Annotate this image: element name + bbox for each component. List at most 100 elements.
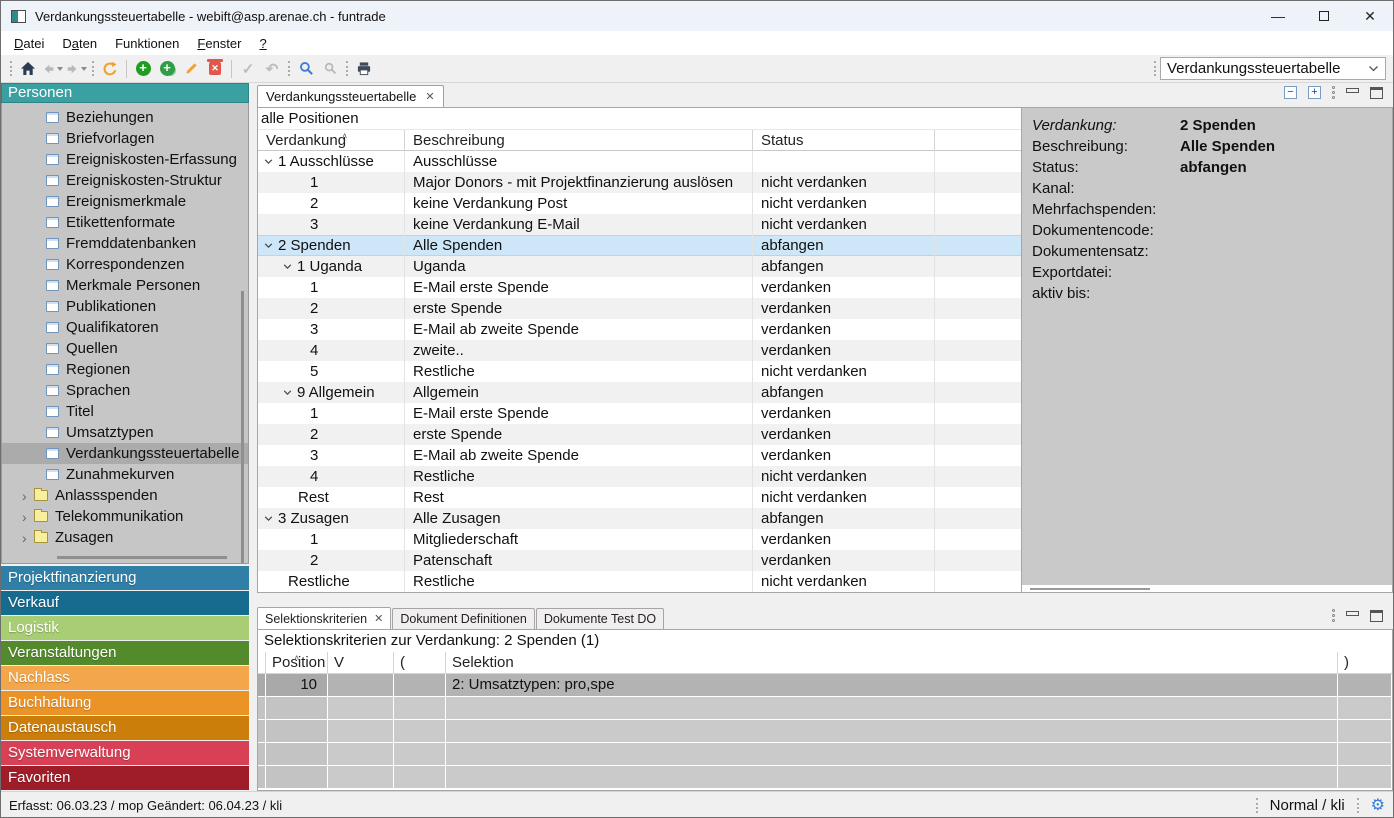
panel-minimize-icon[interactable] (1346, 88, 1359, 93)
column-header-position[interactable]: ˄Position (266, 652, 328, 673)
module-band-buchhaltung[interactable]: Buchhaltung (1, 691, 249, 715)
chevron-down-icon[interactable] (264, 157, 273, 166)
gear-icon[interactable]: ⚙ (1371, 798, 1385, 814)
sidebar-tree-item[interactable]: ›Telekommunikation (2, 506, 248, 527)
chevron-down-icon[interactable] (264, 514, 273, 523)
module-band-logistik[interactable]: Logistik (1, 616, 249, 640)
sidebar-tree-item[interactable]: Quellen (2, 338, 248, 359)
sidebar-tree-item[interactable]: Ereignismerkmale (2, 191, 248, 212)
add-duplicate-button[interactable]: + (155, 58, 179, 80)
add-button[interactable]: + (131, 58, 155, 80)
selection-row[interactable] (258, 720, 1392, 743)
forward-dropdown-icon[interactable] (81, 67, 87, 71)
table-row[interactable]: 1 UgandaUgandaabfangen (258, 256, 1021, 277)
back-button[interactable] (40, 58, 64, 80)
refresh-button[interactable] (98, 58, 122, 80)
tab-dokumente-test-do[interactable]: Dokumente Test DO (536, 608, 664, 629)
selection-row[interactable] (258, 697, 1392, 720)
search-button[interactable] (294, 58, 318, 80)
column-header-selektion[interactable]: Selektion (446, 652, 1338, 673)
sidebar-tree-item[interactable]: ›Zusagen (2, 527, 248, 548)
panel-maximize-icon[interactable] (1370, 610, 1383, 622)
sidebar-tree-item[interactable]: Ereigniskosten-Erfassung (2, 149, 248, 170)
table-row[interactable]: RestRestnicht verdanken (258, 487, 1021, 508)
edit-button[interactable] (179, 58, 203, 80)
sidebar-tree-item[interactable]: Regionen (2, 359, 248, 380)
table-row[interactable]: 3E-Mail ab zweite Spendeverdanken (258, 445, 1021, 466)
column-header-close-paren[interactable]: ) (1338, 652, 1392, 673)
confirm-button[interactable]: ✓ (236, 58, 260, 80)
sidebar-tree-item[interactable]: Beziehungen (2, 107, 248, 128)
close-button[interactable]: ✕ (1347, 1, 1393, 31)
sidebar-tree-item[interactable]: Briefvorlagen (2, 128, 248, 149)
table-row[interactable]: 1Major Donors - mit Projektfinanzierung … (258, 172, 1021, 193)
table-row[interactable]: 1E-Mail erste Spendeverdanken (258, 403, 1021, 424)
expand-all-icon[interactable]: + (1308, 86, 1321, 99)
sidebar-tree-item[interactable]: Titel (2, 401, 248, 422)
search-secondary-button[interactable] (318, 58, 342, 80)
minimize-button[interactable]: — (1255, 1, 1301, 31)
module-band-datenaustausch[interactable]: Datenaustausch (1, 716, 249, 740)
scrollbar-handle[interactable] (57, 556, 227, 559)
column-header-beschreibung[interactable]: Beschreibung (405, 130, 753, 151)
table-row[interactable]: 3E-Mail ab zweite Spendeverdanken (258, 319, 1021, 340)
menu-help[interactable]: ? (250, 36, 275, 51)
table-row[interactable]: 4zweite..verdanken (258, 340, 1021, 361)
sidebar-tree-item[interactable]: Verdankungssteuertabelle (2, 443, 248, 464)
module-band-systemverwaltung[interactable]: Systemverwaltung (1, 741, 249, 765)
chevron-right-icon[interactable]: › (22, 488, 30, 504)
home-button[interactable] (16, 58, 40, 80)
table-row[interactable]: 2erste Spendeverdanken (258, 298, 1021, 319)
undo-button[interactable]: ↶ (260, 58, 284, 80)
sidebar-tree-item[interactable]: Qualifikatoren (2, 317, 248, 338)
column-header-verdankung[interactable]: ˄Verdankung (258, 130, 405, 151)
table-row[interactable]: 2keine Verdankung Postnicht verdanken (258, 193, 1021, 214)
selection-row[interactable] (258, 766, 1392, 789)
chevron-down-icon[interactable] (283, 262, 292, 271)
sidebar-tree-item[interactable]: Ereigniskosten-Struktur (2, 170, 248, 191)
tab-close-icon[interactable]: ✕ (425, 90, 434, 103)
chevron-down-icon[interactable] (283, 388, 292, 397)
print-button[interactable] (352, 58, 376, 80)
maximize-button[interactable] (1301, 1, 1347, 31)
selection-row[interactable]: 102: Umsatztypen: pro,spe (258, 674, 1392, 697)
column-header-status[interactable]: Status (753, 130, 935, 151)
table-row[interactable]: 5Restlichenicht verdanken (258, 361, 1021, 382)
chevron-right-icon[interactable]: › (22, 530, 30, 546)
table-row[interactable]: 3keine Verdankung E-Mailnicht verdanken (258, 214, 1021, 235)
panel-menu-icon[interactable] (1332, 609, 1335, 622)
sidebar-tree-item[interactable]: Korrespondenzen (2, 254, 248, 275)
selection-row[interactable] (258, 743, 1392, 766)
detail-horizontal-scrollbar[interactable] (1022, 585, 1392, 592)
module-band-projektfinanzierung[interactable]: Projektfinanzierung (1, 566, 249, 590)
view-selector[interactable]: Verdankungssteuertabelle (1160, 57, 1386, 80)
table-row[interactable]: 4Restlichenicht verdanken (258, 466, 1021, 487)
table-row[interactable]: 2 SpendenAlle Spendenabfangen (258, 235, 1021, 256)
menu-fenster[interactable]: Fenster (188, 36, 250, 51)
panel-maximize-icon[interactable] (1370, 87, 1383, 99)
menu-funktionen[interactable]: Funktionen (106, 36, 188, 51)
sidebar-tree-item[interactable]: Fremddatenbanken (2, 233, 248, 254)
tab-selektionskriterien[interactable]: Selektionskriterien ✕ (257, 607, 391, 629)
sidebar-tree-item[interactable]: Merkmale Personen (2, 275, 248, 296)
module-band-favoriten[interactable]: Favoriten (1, 766, 249, 790)
menu-daten[interactable]: Daten (53, 36, 106, 51)
sidebar-header-personen[interactable]: Personen (1, 83, 249, 103)
menu-datei[interactable]: Datei (5, 36, 53, 51)
scrollbar-handle[interactable] (1030, 588, 1150, 590)
sidebar-tree-item[interactable]: Sprachen (2, 380, 248, 401)
table-row[interactable]: 2erste Spendeverdanken (258, 424, 1021, 445)
module-band-veranstaltungen[interactable]: Veranstaltungen (1, 641, 249, 665)
table-row[interactable]: 2Patenschaftverdanken (258, 550, 1021, 571)
module-band-nachlass[interactable]: Nachlass (1, 666, 249, 690)
sidebar-tree-item[interactable]: Etikettenformate (2, 212, 248, 233)
panel-minimize-icon[interactable] (1346, 611, 1359, 616)
filter-row[interactable]: alle Positionen (258, 108, 1021, 129)
sidebar-tree-item[interactable]: ›Anlassspenden (2, 485, 248, 506)
tab-verdankungssteuertabelle[interactable]: Verdankungssteuertabelle ✕ (257, 85, 444, 107)
forward-button[interactable] (64, 58, 88, 80)
sidebar-tree-item[interactable]: Zunahmekurven (2, 464, 248, 485)
sidebar-tree-item[interactable]: Umsatztypen (2, 422, 248, 443)
table-row[interactable]: 1E-Mail erste Spendeverdanken (258, 277, 1021, 298)
module-band-verkauf[interactable]: Verkauf (1, 591, 249, 615)
